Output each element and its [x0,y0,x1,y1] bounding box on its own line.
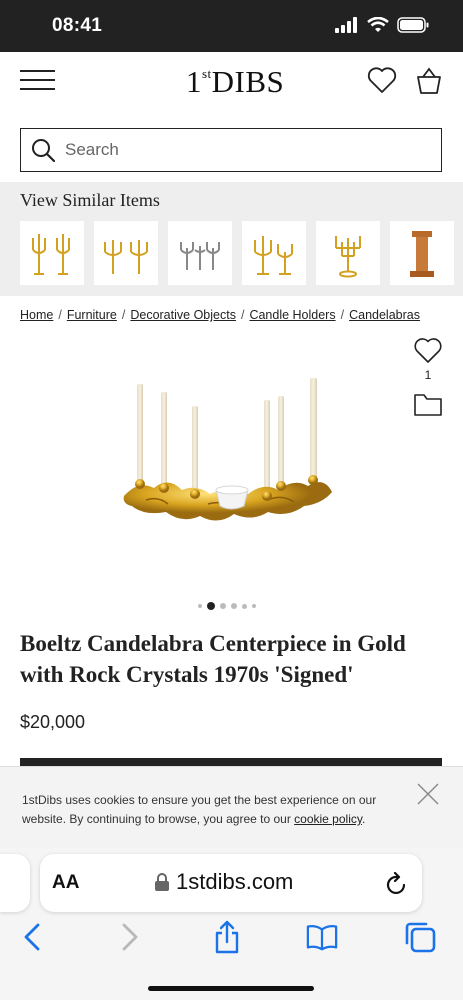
folder-icon[interactable] [414,392,442,416]
product-image[interactable] [118,372,338,548]
similar-item-thumb[interactable] [20,221,84,285]
book-icon [306,924,338,951]
breadcrumb-candelabras[interactable]: Candelabras [349,308,420,322]
home-indicator [148,986,314,991]
breadcrumb-furniture[interactable]: Furniture [67,308,117,322]
status-time: 08:41 [52,15,103,36]
wifi-icon [367,17,389,32]
breadcrumb-candle-holders[interactable]: Candle Holders [249,308,335,322]
cookie-message: 1stDibs uses cookies to ensure you get t… [22,791,402,829]
similar-items-title: View Similar Items [20,190,160,210]
breadcrumb-separator: / [240,308,245,322]
url-display[interactable]: 1stdibs.com [154,869,293,895]
product-price: $20,000 [20,712,86,732]
menu-icon[interactable] [20,70,55,92]
reload-icon[interactable] [386,872,408,896]
cookie-banner: 1stDibs uses cookies to ensure you get t… [0,766,463,848]
close-icon[interactable] [417,783,439,805]
url-text: 1stdibs.com [176,869,294,894]
carousel-dot-active[interactable] [207,602,215,610]
signal-icon [335,17,357,33]
image-carousel-dots [198,602,256,610]
favorite-count: 1 [424,368,432,382]
search-input[interactable] [65,140,425,160]
breadcrumb: Home / Furniture / Decorative Objects / Candle… [20,308,420,322]
carousel-dot[interactable] [231,603,237,609]
similar-items-section: View Similar Items [0,182,463,296]
back-button[interactable] [16,920,48,954]
status-bar: 08:41 [0,0,463,52]
favorite-heart-icon[interactable] [414,336,442,364]
similar-item-thumb[interactable] [316,221,380,285]
carousel-dot[interactable] [252,604,256,608]
similar-item-thumb[interactable] [94,221,158,285]
logo-number: 1 [186,64,202,99]
cookie-end: . [361,812,366,826]
site-logo[interactable]: 1stDIBS [186,64,284,100]
heart-icon[interactable] [367,66,397,94]
share-button[interactable] [211,920,243,954]
tabs-icon [405,922,436,953]
search-box[interactable] [20,128,442,172]
breadcrumb-separator: / [58,308,62,322]
browser-toolbar: AA 1stdibs.com [0,848,463,1000]
similar-item-thumb[interactable] [242,221,306,285]
carousel-dot[interactable] [242,603,247,609]
logo-superscript: st [202,66,212,81]
lock-icon [155,873,169,891]
bookmarks-button[interactable] [306,920,338,954]
search-icon [21,128,65,172]
previous-tab[interactable] [0,854,30,912]
share-icon [215,920,239,954]
tabs-button[interactable] [404,920,436,954]
address-bar[interactable]: AA 1stdibs.com [40,854,422,912]
chevron-right-icon [122,923,138,951]
carousel-dot[interactable] [198,604,202,608]
browser-nav-row [0,920,463,960]
status-icons [335,17,429,33]
forward-button[interactable] [114,920,146,954]
shopping-bag-icon[interactable] [414,66,444,96]
similar-item-thumb[interactable] [168,221,232,285]
breadcrumb-separator: / [340,308,345,322]
battery-icon [397,17,429,33]
similar-item-thumb[interactable] [390,221,454,285]
breadcrumb-decorative-objects[interactable]: Decorative Objects [130,308,236,322]
reader-settings-button[interactable]: AA [52,872,79,894]
chevron-left-icon [24,923,40,951]
product-title: Boeltz Candelabra Centerpiece in Gold wi… [20,631,406,687]
breadcrumb-separator: / [121,308,126,322]
logo-text: DIBS [211,64,285,99]
similar-items-list [20,221,454,285]
carousel-dot[interactable] [220,603,226,609]
breadcrumb-home[interactable]: Home [20,308,53,322]
site-header: 1stDIBS [0,52,463,112]
cookie-policy-link[interactable]: cookie policy [294,812,362,826]
